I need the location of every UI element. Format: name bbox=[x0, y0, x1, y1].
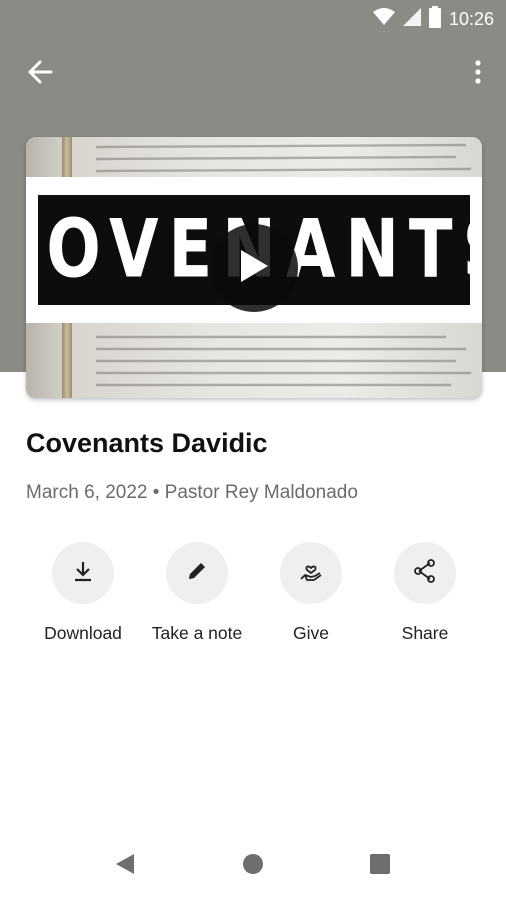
take-note-label: Take a note bbox=[151, 623, 243, 643]
share-circle bbox=[394, 542, 456, 604]
back-button[interactable] bbox=[20, 58, 60, 90]
nav-recents-icon bbox=[370, 853, 390, 879]
take-note-circle bbox=[166, 542, 228, 604]
system-nav-bar bbox=[0, 830, 506, 900]
download-button[interactable]: Download bbox=[23, 542, 143, 644]
pencil-icon bbox=[185, 559, 209, 588]
cell-signal-icon bbox=[402, 8, 421, 31]
nav-home-button[interactable] bbox=[233, 850, 273, 882]
give-circle bbox=[280, 542, 342, 604]
play-button[interactable] bbox=[210, 224, 298, 312]
give-button[interactable]: Give bbox=[251, 542, 371, 644]
nav-home-icon bbox=[242, 853, 264, 880]
battery-icon bbox=[428, 6, 441, 33]
status-time: 10:26 bbox=[448, 9, 494, 29]
wifi-icon bbox=[372, 8, 395, 31]
give-label: Give bbox=[293, 623, 329, 643]
nav-recents-button[interactable] bbox=[360, 850, 400, 882]
status-icons: 10:26 bbox=[372, 6, 494, 33]
sermon-media-card[interactable]: COVENANTS bbox=[26, 137, 482, 398]
download-label: Download bbox=[44, 623, 122, 643]
more-vertical-icon bbox=[475, 59, 481, 89]
download-icon bbox=[71, 559, 95, 588]
more-options-button[interactable] bbox=[466, 58, 490, 90]
take-note-button[interactable]: Take a note bbox=[137, 542, 257, 644]
share-label: Share bbox=[401, 623, 449, 643]
sermon-meta: March 6, 2022 • Pastor Rey Maldonado bbox=[26, 482, 358, 503]
nav-back-icon bbox=[114, 852, 136, 881]
nav-back-button[interactable] bbox=[105, 850, 145, 882]
download-circle bbox=[52, 542, 114, 604]
sermon-title: Covenants Davidic bbox=[26, 428, 268, 458]
action-row: Download Take a note Give Share bbox=[0, 542, 506, 652]
status-bar: 10:26 bbox=[0, 0, 506, 36]
play-icon bbox=[237, 247, 271, 290]
share-button[interactable]: Share bbox=[365, 542, 485, 644]
give-heart-hand-icon bbox=[298, 558, 324, 589]
arrow-left-icon bbox=[27, 60, 53, 89]
share-icon bbox=[412, 558, 438, 589]
